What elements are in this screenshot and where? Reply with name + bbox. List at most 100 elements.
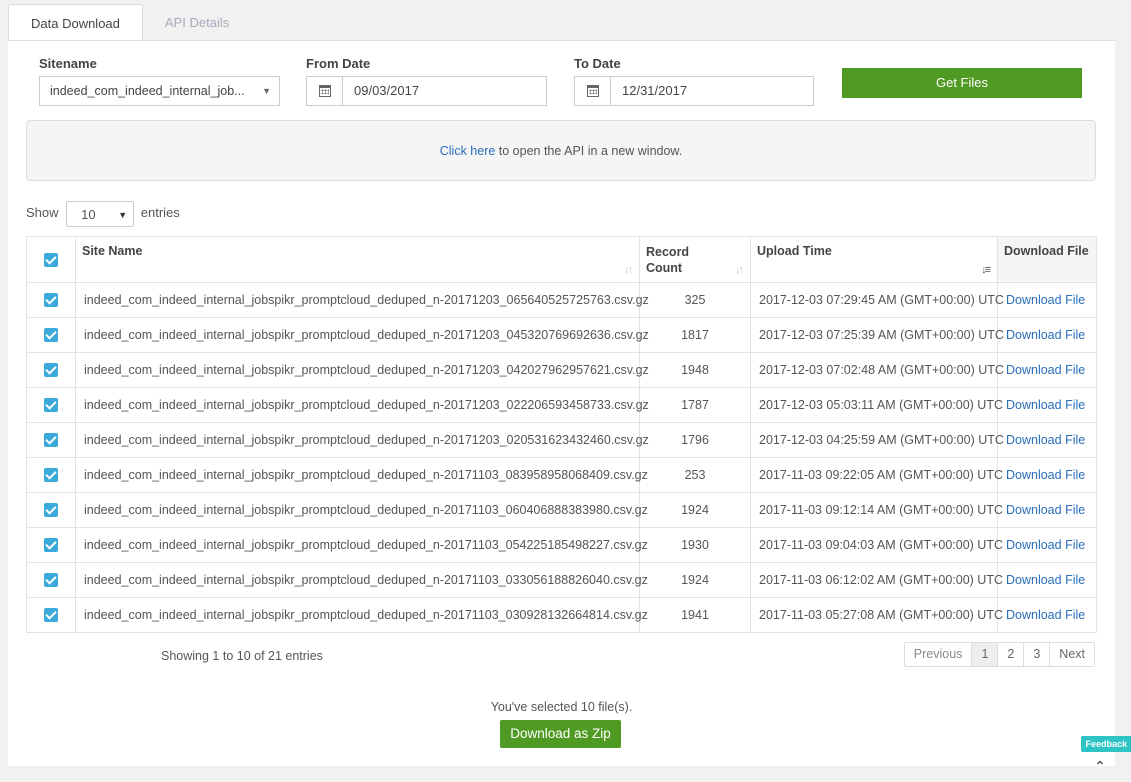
download-file-link[interactable]: Download File xyxy=(1006,398,1085,412)
upload-time-cell: 2017-11-03 09:12:14 AM (GMT+00:00) UTC xyxy=(750,492,1003,528)
from-date-input[interactable]: 09/03/2017 xyxy=(343,76,547,106)
row-checkbox[interactable] xyxy=(44,573,58,588)
from-calendar-button[interactable] xyxy=(306,76,343,106)
table-row: indeed_com_indeed_internal_jobspikr_prom… xyxy=(26,387,1097,423)
site-name-cell: indeed_com_indeed_internal_jobspikr_prom… xyxy=(75,422,649,458)
download-file-cell: Download File xyxy=(997,422,1097,458)
upload-time-cell: 2017-11-03 06:12:02 AM (GMT+00:00) UTC xyxy=(750,562,1003,598)
tab-data-download[interactable]: Data Download xyxy=(8,4,143,41)
row-select-cell xyxy=(26,527,76,563)
show-label: Show xyxy=(26,205,59,220)
chevron-up-icon[interactable]: ⌃ xyxy=(1091,758,1109,776)
row-checkbox[interactable] xyxy=(44,363,58,378)
site-name-cell: indeed_com_indeed_internal_jobspikr_prom… xyxy=(75,387,649,423)
table-row: indeed_com_indeed_internal_jobspikr_prom… xyxy=(26,527,1097,563)
row-checkbox[interactable] xyxy=(44,538,58,553)
record-count-cell: 1796 xyxy=(639,422,751,458)
record-count-cell: 253 xyxy=(639,457,751,493)
record-count-cell: 1941 xyxy=(639,597,751,633)
calendar-icon xyxy=(318,85,331,97)
download-file-link[interactable]: Download File xyxy=(1006,293,1085,307)
to-date-input[interactable]: 12/31/2017 xyxy=(611,76,814,106)
table-header-row: Site Name ↓↑ Record Count ↓↑ Upload Time… xyxy=(26,236,1097,283)
page-3-button[interactable]: 3 xyxy=(1023,643,1049,666)
table-row: indeed_com_indeed_internal_jobspikr_prom… xyxy=(26,282,1097,318)
entries-label: entries xyxy=(140,205,180,220)
row-select-cell xyxy=(26,492,76,528)
table-info: Showing 1 to 10 of 21 entries xyxy=(161,649,323,663)
site-name-cell: indeed_com_indeed_internal_jobspikr_prom… xyxy=(75,562,648,598)
page-2-button[interactable]: 2 xyxy=(997,643,1023,666)
row-checkbox[interactable] xyxy=(44,328,58,343)
pagination: Previous 1 2 3 Next xyxy=(903,642,1095,667)
row-checkbox[interactable] xyxy=(44,608,58,623)
site-name-header[interactable]: Site Name ↓↑ xyxy=(75,236,640,283)
calendar-icon xyxy=(586,85,599,97)
page-1-button[interactable]: 1 xyxy=(971,643,998,666)
data-download-panel: Sitename indeed_com_indeed_internal_job.… xyxy=(8,40,1115,766)
download-file-link[interactable]: Download File xyxy=(1006,538,1085,552)
entries-select-value: 10 xyxy=(81,207,96,222)
download-file-link[interactable]: Download File xyxy=(1006,468,1085,482)
site-name-cell: indeed_com_indeed_internal_jobspikr_prom… xyxy=(75,282,649,318)
row-checkbox[interactable] xyxy=(44,503,58,518)
selection-summary: You've selected 10 file(s). xyxy=(490,700,633,714)
download-file-cell: Download File xyxy=(997,527,1097,563)
caret-down-icon: ▼ xyxy=(118,210,128,220)
api-notice-text: to open the API in a new window. xyxy=(495,144,683,158)
table-row: indeed_com_indeed_internal_jobspikr_prom… xyxy=(26,317,1097,353)
sort-icon: ↓↑ xyxy=(624,264,633,276)
download-file-cell: Download File xyxy=(997,282,1097,318)
download-file-link[interactable]: Download File xyxy=(1006,363,1085,377)
to-calendar-button[interactable] xyxy=(574,76,611,106)
record-count-cell: 1817 xyxy=(639,317,751,353)
to-date-group: 12/31/2017 xyxy=(574,76,814,106)
next-button[interactable]: Next xyxy=(1049,643,1094,666)
record-count-cell: 325 xyxy=(639,282,751,318)
download-file-link[interactable]: Download File xyxy=(1006,503,1085,517)
table-row: indeed_com_indeed_internal_jobspikr_prom… xyxy=(26,422,1097,458)
row-checkbox[interactable] xyxy=(44,293,58,308)
row-checkbox[interactable] xyxy=(44,433,58,448)
download-zip-button[interactable]: Download as Zip xyxy=(500,720,621,748)
upload-time-header-label: Upload Time xyxy=(757,244,832,258)
upload-time-header[interactable]: Upload Time ↓≡ xyxy=(750,236,998,283)
site-name-header-label: Site Name xyxy=(82,244,143,258)
row-checkbox[interactable] xyxy=(44,468,58,483)
download-file-link[interactable]: Download File xyxy=(1006,608,1085,622)
table-row: indeed_com_indeed_internal_jobspikr_prom… xyxy=(26,562,1097,598)
download-file-link[interactable]: Download File xyxy=(1006,433,1085,447)
upload-time-cell: 2017-11-03 09:04:03 AM (GMT+00:00) UTC xyxy=(750,527,1003,563)
row-checkbox[interactable] xyxy=(44,398,58,413)
site-name-cell: indeed_com_indeed_internal_jobspikr_prom… xyxy=(75,352,649,388)
sitename-value: indeed_com_indeed_internal_job... xyxy=(50,84,245,98)
feedback-button[interactable]: Feedback xyxy=(1081,736,1131,752)
record-count-cell: 1930 xyxy=(639,527,751,563)
row-select-cell xyxy=(26,352,76,388)
site-name-cell: indeed_com_indeed_internal_jobspikr_prom… xyxy=(75,597,648,633)
record-count-cell: 1924 xyxy=(639,492,751,528)
upload-time-cell: 2017-12-03 04:25:59 AM (GMT+00:00) UTC xyxy=(750,422,1004,458)
download-file-header: Download File xyxy=(997,236,1097,283)
record-count-cell: 1787 xyxy=(639,387,751,423)
files-table: Site Name ↓↑ Record Count ↓↑ Upload Time… xyxy=(26,236,1097,633)
upload-time-cell: 2017-11-03 09:22:05 AM (GMT+00:00) UTC xyxy=(750,457,1003,493)
get-files-button[interactable]: Get Files xyxy=(842,68,1082,98)
sitename-select[interactable]: indeed_com_indeed_internal_job... ▼ xyxy=(39,76,280,106)
record-count-header[interactable]: Record Count ↓↑ xyxy=(639,236,751,283)
api-click-here-link[interactable]: Click here xyxy=(440,144,496,158)
sort-icon: ↓↑ xyxy=(735,264,744,276)
previous-button[interactable]: Previous xyxy=(905,643,972,666)
select-all-checkbox[interactable] xyxy=(44,252,58,267)
row-select-cell xyxy=(26,317,76,353)
site-name-cell: indeed_com_indeed_internal_jobspikr_prom… xyxy=(75,492,648,528)
download-file-link[interactable]: Download File xyxy=(1006,573,1085,587)
upload-time-cell: 2017-12-03 05:03:11 AM (GMT+00:00) UTC xyxy=(750,387,1003,423)
download-file-cell: Download File xyxy=(997,562,1097,598)
upload-time-cell: 2017-12-03 07:02:48 AM (GMT+00:00) UTC xyxy=(750,352,1004,388)
entries-select[interactable]: 10 ▼ xyxy=(66,201,135,227)
row-select-cell xyxy=(26,387,76,423)
download-file-cell: Download File xyxy=(997,457,1097,493)
tab-api-details[interactable]: API Details xyxy=(143,4,251,41)
download-file-link[interactable]: Download File xyxy=(1006,328,1085,342)
